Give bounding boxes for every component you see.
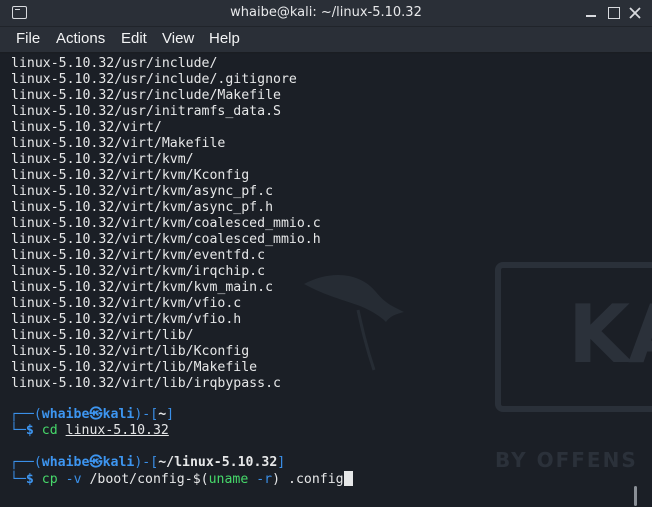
command-input-line[interactable]: └─$ cp -v /boot/config-$(uname -r) .conf… xyxy=(10,471,353,488)
prompt-dir: ~/linux-5.10.32 xyxy=(158,455,278,470)
menu-file[interactable]: File xyxy=(16,30,40,47)
output-line: linux-5.10.32/virt/kvm/vfio.c xyxy=(11,296,242,311)
subst-command: uname xyxy=(208,472,249,487)
command-line: └─$ cd linux-5.10.32 xyxy=(10,423,169,438)
output-line: linux-5.10.32/virt/kvm/vfio.h xyxy=(11,312,242,327)
prompt-host: kali xyxy=(102,455,135,470)
command-option: -v xyxy=(65,472,82,487)
kali-tagline: BY OFFENS xyxy=(495,448,638,472)
output-line: linux-5.10.32/virt/ xyxy=(11,120,162,135)
prompt-header: ┌──(whaibe㉿kali)-[~] xyxy=(10,407,175,422)
output-line: linux-5.10.32/usr/include/.gitignore xyxy=(11,72,297,87)
window-title: whaibe@kali: ~/linux-5.10.32 xyxy=(230,5,422,20)
command-path-link[interactable]: linux-5.10.32 xyxy=(66,423,169,438)
prompt-header: ┌──(whaibe㉿kali)-[~/linux-5.10.32] xyxy=(10,455,286,470)
output-line: linux-5.10.32/virt/kvm/coalesced_mmio.c xyxy=(11,216,321,231)
output-line: linux-5.10.32/virt/lib/Kconfig xyxy=(11,344,250,359)
subst-close: ) xyxy=(272,472,281,487)
kali-logo-text: KA xyxy=(568,288,652,381)
command-name: cp xyxy=(41,472,58,487)
output-line: linux-5.10.32/virt/Makefile xyxy=(11,136,226,151)
output-line: linux-5.10.32/virt/kvm/irqchip.c xyxy=(11,264,266,279)
close-button[interactable] xyxy=(626,4,644,22)
output-line: linux-5.10.32/virt/kvm/async_pf.c xyxy=(11,184,274,199)
output-line: linux-5.10.32/virt/kvm/eventfd.c xyxy=(11,248,266,263)
output-line: linux-5.10.32/virt/kvm/kvm_main.c xyxy=(11,280,274,295)
text-cursor xyxy=(343,471,353,486)
output-line: linux-5.10.32/virt/kvm/Kconfig xyxy=(11,168,250,183)
menu-bar: File Actions Edit View Help xyxy=(0,27,652,53)
output-line: linux-5.10.32/virt/lib/ xyxy=(11,328,194,343)
menu-edit[interactable]: Edit xyxy=(121,30,147,47)
output-line: linux-5.10.32/usr/include/Makefile xyxy=(11,88,281,103)
menu-view[interactable]: View xyxy=(162,30,194,47)
subst-open: $( xyxy=(192,472,209,487)
output-line: linux-5.10.32/usr/include/ xyxy=(11,56,218,71)
menu-help[interactable]: Help xyxy=(209,30,240,47)
output-line: linux-5.10.32/virt/kvm/async_pf.h xyxy=(11,200,274,215)
maximize-button[interactable] xyxy=(604,4,622,22)
output-line: linux-5.10.32/usr/initramfs_data.S xyxy=(11,104,281,119)
output-line: linux-5.10.32/virt/lib/irqbypass.c xyxy=(11,376,281,391)
output-line: linux-5.10.32/virt/kvm/ xyxy=(11,152,194,167)
prompt-user: whaibe xyxy=(41,455,90,470)
prompt-dir: ~ xyxy=(158,407,167,422)
title-bar: whaibe@kali: ~/linux-5.10.32 xyxy=(0,0,652,27)
close-icon xyxy=(629,7,641,19)
command-arg: .config xyxy=(288,472,344,487)
minimize-button[interactable] xyxy=(582,4,600,22)
output-line: linux-5.10.32/virt/lib/Makefile xyxy=(11,360,258,375)
scrollbar-thumb[interactable] xyxy=(634,486,637,506)
menu-actions[interactable]: Actions xyxy=(56,30,105,47)
prompt-user: whaibe xyxy=(41,407,90,422)
output-line: linux-5.10.32/virt/kvm/coalesced_mmio.h xyxy=(11,232,321,247)
terminal-area[interactable]: KA BY OFFENS linux-5.10.32/usr/include/ … xyxy=(0,54,652,507)
command-arg: /boot/config- xyxy=(89,472,193,487)
subst-option: -r xyxy=(256,472,273,487)
command-name: cd xyxy=(41,423,58,438)
prompt-host: kali xyxy=(102,407,135,422)
kali-dragon-watermark-icon xyxy=(304,274,404,371)
